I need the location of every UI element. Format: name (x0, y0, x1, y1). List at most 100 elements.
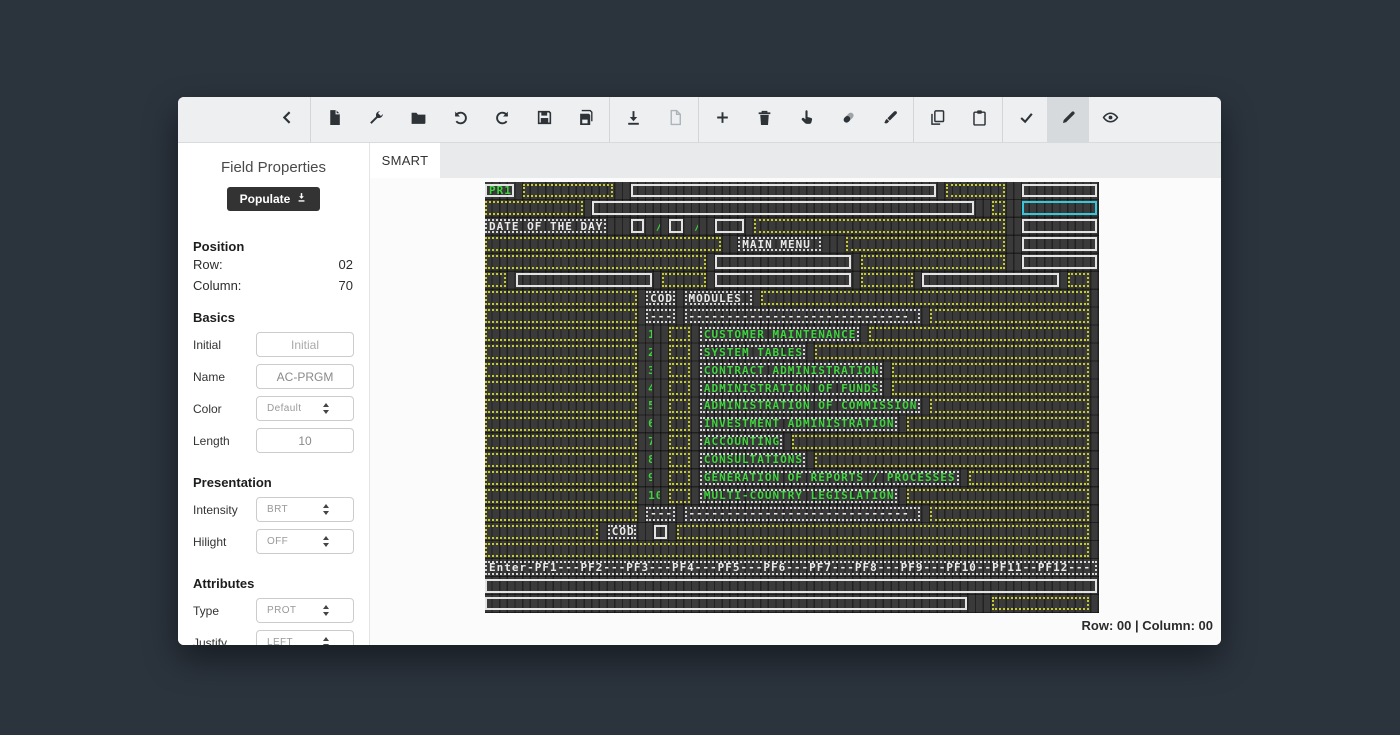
screen-field[interactable] (669, 453, 690, 467)
screen-field[interactable] (861, 255, 1005, 269)
screen-field[interactable] (631, 184, 936, 198)
screen-field[interactable] (969, 471, 1090, 485)
screen-field[interactable] (846, 237, 1005, 251)
screen-field[interactable] (992, 201, 1005, 215)
screen-field[interactable] (485, 597, 967, 611)
screen-field[interactable] (523, 184, 613, 198)
screen-field[interactable] (669, 381, 690, 395)
download-button[interactable] (612, 97, 654, 142)
screen-field[interactable] (485, 471, 637, 485)
screen-field-pr10[interactable]: PR10 (485, 184, 514, 198)
screen-module-8[interactable]: CONSULTATIONS (700, 453, 805, 467)
screen-label-date-of-the-day[interactable]: DATE OF THE DAY (485, 219, 606, 233)
eraser-button[interactable] (827, 97, 869, 142)
screen-label-pfkeys[interactable]: Enter-PF1---PF2---PF3---PF4---PF5---PF6-… (485, 561, 1097, 575)
screen-field[interactable] (669, 417, 690, 431)
screen-field[interactable] (485, 507, 637, 521)
screen-text-field[interactable]: / (654, 219, 660, 233)
screen-field[interactable] (516, 273, 652, 287)
tab-smart[interactable]: SMART (370, 143, 440, 178)
screen-module-2[interactable]: SYSTEM TABLES (700, 345, 805, 359)
screen-module-1[interactable]: CUSTOMER MAINTENANCE (700, 327, 859, 341)
screen-field[interactable] (715, 255, 851, 269)
screen-field[interactable] (1022, 237, 1097, 251)
screen-field[interactable] (485, 237, 721, 251)
screen-text-field[interactable]: 6 (646, 417, 652, 431)
screen-label-code[interactable]: CODE (608, 525, 637, 539)
screen-field[interactable] (892, 381, 1090, 395)
screen-module-7[interactable]: ACCOUNTING (700, 435, 782, 449)
screen-field[interactable] (485, 381, 637, 395)
screen-field[interactable] (485, 255, 706, 269)
new-file-button[interactable] (313, 97, 355, 142)
screen-text-field[interactable]: 9 (646, 471, 652, 485)
selected-screen-field[interactable] (1022, 201, 1097, 215)
screen-module-5[interactable]: ADMINISTRATION OF COMMISSION (700, 399, 921, 413)
screen-field[interactable] (669, 327, 690, 341)
screen-field[interactable] (669, 399, 690, 413)
name-field[interactable] (256, 364, 354, 389)
screen-field[interactable] (815, 453, 1089, 467)
screen-field[interactable] (485, 579, 1097, 593)
screen-field[interactable] (907, 417, 1089, 431)
screen-module-10[interactable]: MULTI-COUNTRY LEGISLATION (700, 489, 898, 503)
save-button[interactable] (523, 97, 565, 142)
screen-field[interactable] (1068, 273, 1089, 287)
screen-field[interactable] (1022, 219, 1097, 233)
justify-select[interactable]: LEFT (256, 630, 354, 645)
screen-label-cod[interactable]: COD. (646, 291, 675, 305)
screen-field[interactable] (485, 201, 583, 215)
initial-field[interactable] (256, 332, 354, 357)
screen-field[interactable] (677, 525, 1089, 539)
screen-text-field[interactable]: 8 (646, 453, 652, 467)
screen-field[interactable] (992, 597, 1090, 611)
screen-field[interactable] (892, 363, 1090, 377)
screen-field[interactable] (485, 309, 637, 323)
screen-module-3[interactable]: CONTRACT ADMINISTRATION (700, 363, 882, 377)
screen-label-modules[interactable]: MODULES (685, 291, 752, 305)
screen-field[interactable] (907, 489, 1089, 503)
screen-field[interactable] (930, 309, 1089, 323)
screen-field[interactable] (754, 219, 1005, 233)
screen-text-field[interactable]: 7 (646, 435, 652, 449)
copy-button[interactable] (916, 97, 958, 142)
back-button[interactable] (266, 97, 308, 142)
screen-module-9[interactable]: GENERATION OF REPORTS / PROCESSES (700, 471, 959, 485)
screen-field[interactable] (1022, 184, 1097, 198)
screen-field[interactable] (485, 453, 637, 467)
screen-text-field[interactable]: 3 (646, 363, 652, 377)
screen-text-field[interactable]: ----------------------------- (685, 507, 921, 521)
redo-button[interactable] (481, 97, 523, 142)
type-select[interactable]: PROT (256, 598, 354, 623)
edit-pencil-button[interactable] (1047, 97, 1089, 142)
screen-field[interactable] (869, 327, 1090, 341)
screen-field[interactable] (861, 273, 913, 287)
screen-field[interactable] (631, 219, 644, 233)
screen-text-field[interactable]: 2 (646, 345, 652, 359)
screen-field[interactable] (485, 435, 637, 449)
screen-field[interactable] (485, 291, 637, 305)
screen-field[interactable] (761, 291, 1089, 305)
screen-field[interactable] (669, 435, 690, 449)
screen-field[interactable] (930, 399, 1089, 413)
screen-text-field[interactable]: ---- (646, 309, 675, 323)
screen-text-field[interactable]: ----------------------------- (685, 309, 921, 323)
screen-field[interactable] (485, 417, 637, 431)
screen-field[interactable] (815, 345, 1089, 359)
terminal-screen[interactable]: PR10DATE OF THE DAY//MAIN MENUCOD.MODULE… (485, 182, 1099, 613)
screen-field[interactable] (792, 435, 1089, 449)
screen-field[interactable] (930, 507, 1089, 521)
screen-field[interactable] (485, 363, 637, 377)
screen-field[interactable] (946, 184, 1005, 198)
screen-text-field[interactable]: / (692, 219, 698, 233)
screen-module-6[interactable]: INVESTMENT ADMINISTRATION (700, 417, 898, 431)
screen-field[interactable] (669, 219, 682, 233)
paste-button[interactable] (958, 97, 1000, 142)
screen-module-4[interactable]: ADMINISTRATION OF FUNDS (700, 381, 882, 395)
screen-field[interactable] (485, 327, 637, 341)
hand-pointer-button[interactable] (785, 97, 827, 142)
save-as-button[interactable] (565, 97, 607, 142)
undo-button[interactable] (439, 97, 481, 142)
wrench-button[interactable] (355, 97, 397, 142)
open-folder-button[interactable] (397, 97, 439, 142)
